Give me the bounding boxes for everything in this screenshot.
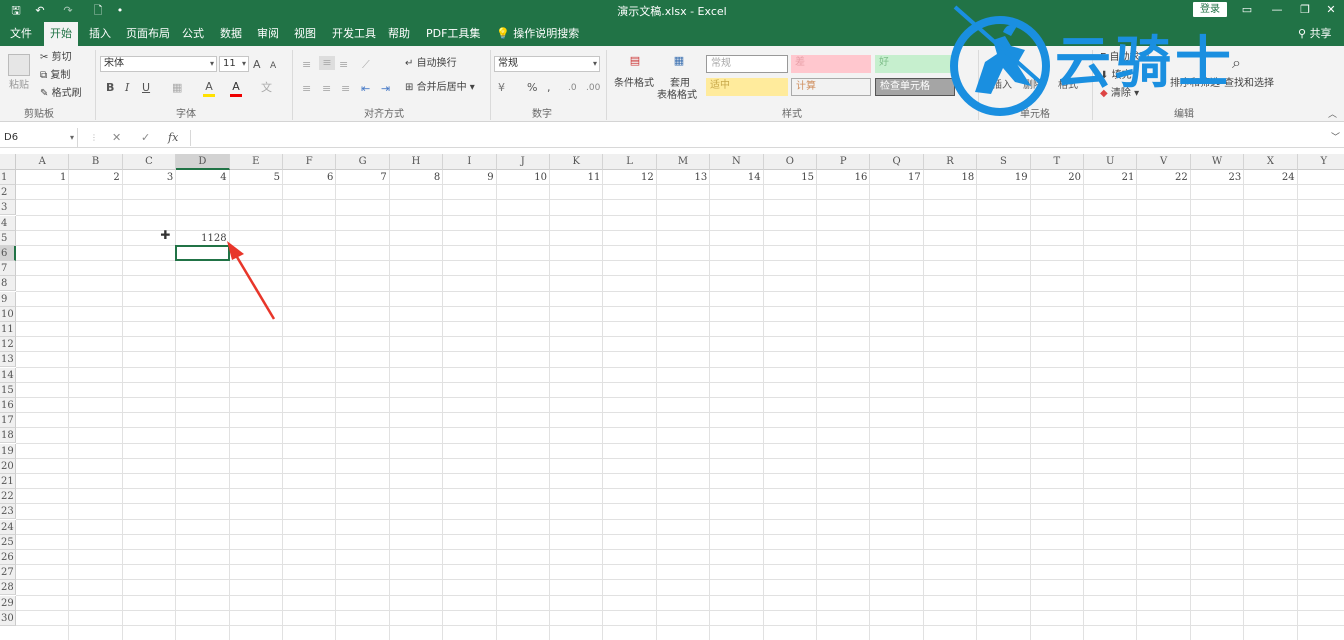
annotation-arrow bbox=[227, 241, 276, 320]
